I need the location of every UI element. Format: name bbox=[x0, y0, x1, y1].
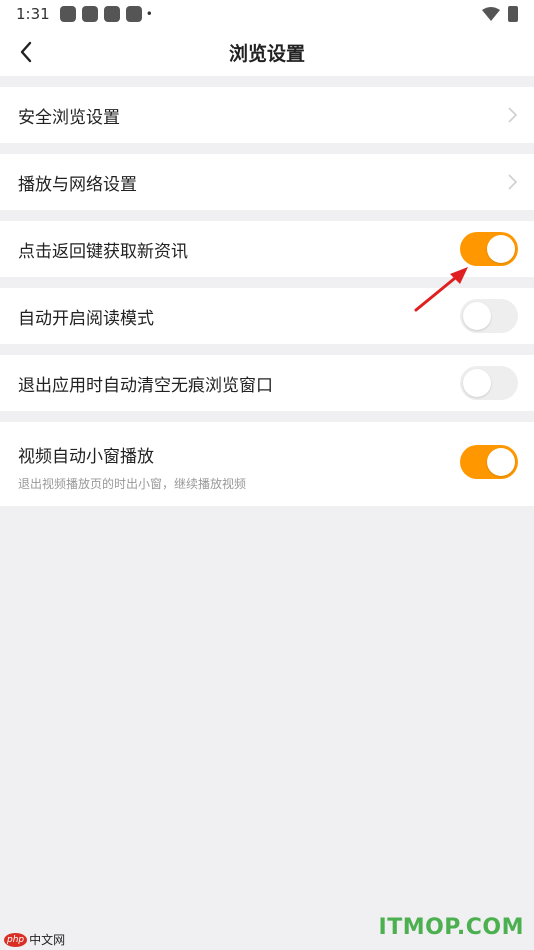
setting-label: 点击返回键获取新资讯 bbox=[18, 241, 188, 262]
setting-clear-incognito: 退出应用时自动清空无痕浏览窗口 bbox=[0, 355, 534, 411]
setting-label: 自动开启阅读模式 bbox=[18, 308, 154, 329]
app-notification-icon bbox=[59, 6, 76, 22]
watermark-text: 中文网 bbox=[29, 933, 66, 947]
annotation-arrow-icon bbox=[414, 267, 468, 312]
toggle-knob bbox=[487, 448, 515, 476]
toggle-knob bbox=[463, 369, 491, 397]
setting-description: 退出视频播放页的时出小窗，继续播放视频 bbox=[18, 477, 247, 491]
back-button[interactable] bbox=[14, 40, 38, 64]
back-arrow-icon bbox=[20, 41, 32, 63]
setting-safe-browsing[interactable]: 安全浏览设置 bbox=[0, 87, 534, 143]
chevron-right-icon bbox=[508, 174, 518, 190]
battery-icon bbox=[508, 6, 518, 22]
setting-video-mini-window: 视频自动小窗播放 退出视频播放页的时出小窗，继续播放视频 bbox=[0, 422, 534, 506]
setting-label: 退出应用时自动清空无痕浏览窗口 bbox=[18, 375, 273, 396]
setting-label: 播放与网络设置 bbox=[18, 174, 137, 195]
watermark-php: php 中文网 bbox=[4, 931, 65, 948]
app-notification-icon bbox=[103, 6, 120, 22]
more-notifications-dot: • bbox=[145, 7, 153, 21]
toggle-knob bbox=[487, 235, 515, 263]
app-notification-icon bbox=[81, 6, 98, 22]
clear-incognito-toggle[interactable] bbox=[460, 366, 518, 400]
setting-label: 安全浏览设置 bbox=[18, 107, 120, 128]
page-title: 浏览设置 bbox=[228, 42, 305, 65]
php-badge: php bbox=[4, 932, 28, 947]
setting-playback-network[interactable]: 播放与网络设置 bbox=[0, 154, 534, 210]
app-header: 浏览设置 bbox=[0, 28, 534, 76]
wifi-icon bbox=[482, 7, 500, 21]
setting-label: 视频自动小窗播放 bbox=[18, 447, 154, 467]
watermark-itmop: ITMOP.COM bbox=[378, 915, 524, 940]
back-key-refresh-toggle[interactable] bbox=[460, 232, 518, 266]
status-time: 1:31 bbox=[16, 5, 50, 23]
chevron-right-icon bbox=[508, 107, 518, 123]
notification-icons bbox=[59, 6, 142, 22]
video-mini-window-toggle[interactable] bbox=[460, 445, 518, 479]
status-bar: 1:31 • bbox=[0, 0, 534, 28]
app-notification-icon bbox=[125, 6, 142, 22]
